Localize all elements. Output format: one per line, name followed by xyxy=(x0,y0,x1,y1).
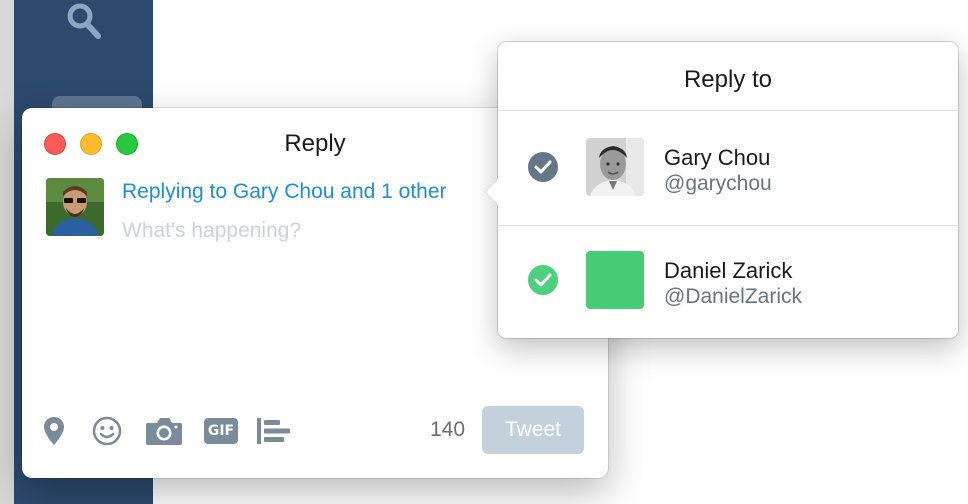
user-avatar xyxy=(46,178,104,236)
search-icon xyxy=(67,3,101,39)
search-button[interactable] xyxy=(64,0,104,44)
user-name: Gary Chou xyxy=(664,145,771,170)
camera-button[interactable] xyxy=(144,412,184,450)
user-name: Daniel Zarick xyxy=(664,258,793,283)
window-edge xyxy=(0,0,14,504)
check-circle-icon[interactable] xyxy=(528,152,558,182)
replying-to-link[interactable]: Replying to Gary Chou and 1 other xyxy=(122,180,447,204)
poll-button[interactable] xyxy=(254,412,294,450)
emoji-button[interactable] xyxy=(90,412,124,450)
location-icon xyxy=(44,417,64,445)
check-circle-icon[interactable] xyxy=(528,265,558,295)
user-handle: @garychou xyxy=(664,172,772,195)
emoji-icon xyxy=(92,416,122,446)
tweet-button[interactable]: Tweet xyxy=(482,406,584,454)
tweet-text-input[interactable] xyxy=(122,214,562,248)
reply-user-row-garychou[interactable]: Gary Chou @garychou xyxy=(498,111,958,225)
user-handle: @DanielZarick xyxy=(664,285,803,308)
popover-title: Reply to xyxy=(683,66,773,93)
reply-user-row-danielzarick[interactable]: Daniel Zarick @DanielZarick xyxy=(498,226,958,340)
location-button[interactable] xyxy=(40,412,68,450)
poll-icon xyxy=(257,418,290,444)
gif-button[interactable]: GIF xyxy=(202,412,240,450)
reply-to-popover: Reply to Gary Chou @garychou Daniel Zari… xyxy=(483,42,958,340)
camera-icon xyxy=(146,418,182,445)
gary-chou-avatar xyxy=(586,138,644,196)
character-counter: 140 xyxy=(430,418,466,441)
gif-label: GIF xyxy=(207,423,235,439)
daniel-zarick-avatar xyxy=(586,251,644,309)
gif-icon: GIF xyxy=(204,418,238,444)
